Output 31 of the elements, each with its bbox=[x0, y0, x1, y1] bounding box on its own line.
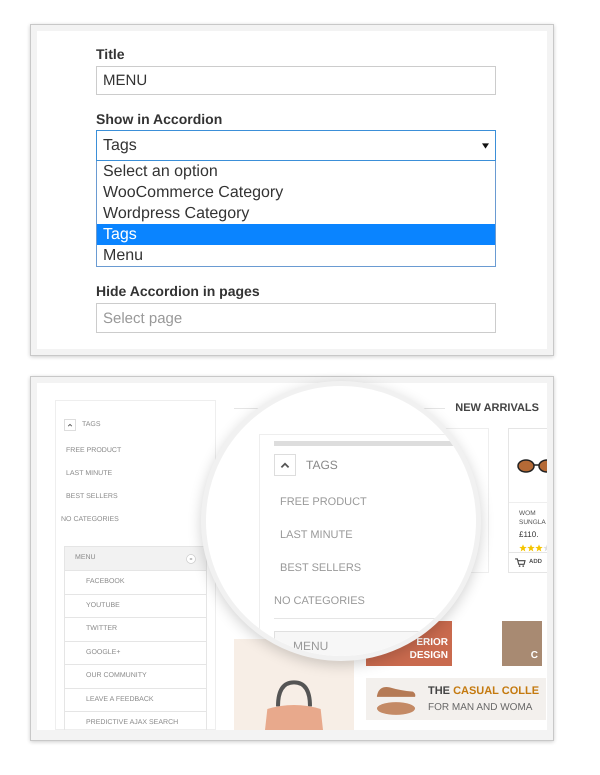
field-label: Hide Accordion in pages bbox=[96, 282, 261, 301]
tag-link[interactable]: FREE PRODUCT bbox=[280, 495, 476, 509]
product-price: £110. bbox=[519, 529, 540, 541]
title-input[interactable]: MENU bbox=[96, 66, 496, 95]
dropdown-option[interactable]: Wordpress Category bbox=[97, 203, 495, 224]
page-select-field[interactable]: Select page bbox=[96, 303, 496, 333]
menu-title[interactable]: MENU bbox=[293, 637, 328, 655]
sunglasses-drawing bbox=[517, 458, 547, 472]
tags-title: TAGS bbox=[306, 457, 338, 474]
promo-subtitle: FOR MAN AND WOMA bbox=[428, 700, 534, 715]
caret-up-icon[interactable] bbox=[274, 454, 296, 476]
banner-text: ERIOR bbox=[416, 636, 448, 649]
dropdown-option[interactable]: WooCommerce Category bbox=[97, 182, 495, 203]
dropdown-option[interactable]: Menu bbox=[97, 245, 495, 266]
accordion-select[interactable]: Tags bbox=[96, 130, 496, 161]
dropdown-option[interactable]: Tags bbox=[97, 224, 495, 245]
banner-text: C bbox=[530, 649, 538, 662]
field-label: Show in Accordion bbox=[96, 110, 224, 129]
category-banner[interactable]: C bbox=[502, 621, 542, 666]
promo-title: THE CASUAL COLLE bbox=[428, 684, 540, 700]
section-title: NEW ARRIVALS bbox=[455, 400, 540, 416]
promo-banner[interactable]: THE CASUAL COLLE FOR MAN AND WOMA bbox=[366, 678, 546, 720]
dropdown-option[interactable]: Select an option bbox=[97, 161, 495, 182]
dropdown-arrow-icon bbox=[482, 142, 489, 148]
caret-up-icon[interactable] bbox=[64, 419, 76, 431]
tag-link[interactable]: LAST MINUTE bbox=[280, 528, 476, 542]
tag-link[interactable]: NO CATEGORIES bbox=[274, 594, 476, 608]
cart-icon bbox=[515, 558, 526, 567]
tag-link[interactable]: BEST SELLERS bbox=[280, 561, 476, 575]
banner-text: DESIGN bbox=[410, 649, 448, 662]
field-label: Title bbox=[96, 45, 126, 64]
